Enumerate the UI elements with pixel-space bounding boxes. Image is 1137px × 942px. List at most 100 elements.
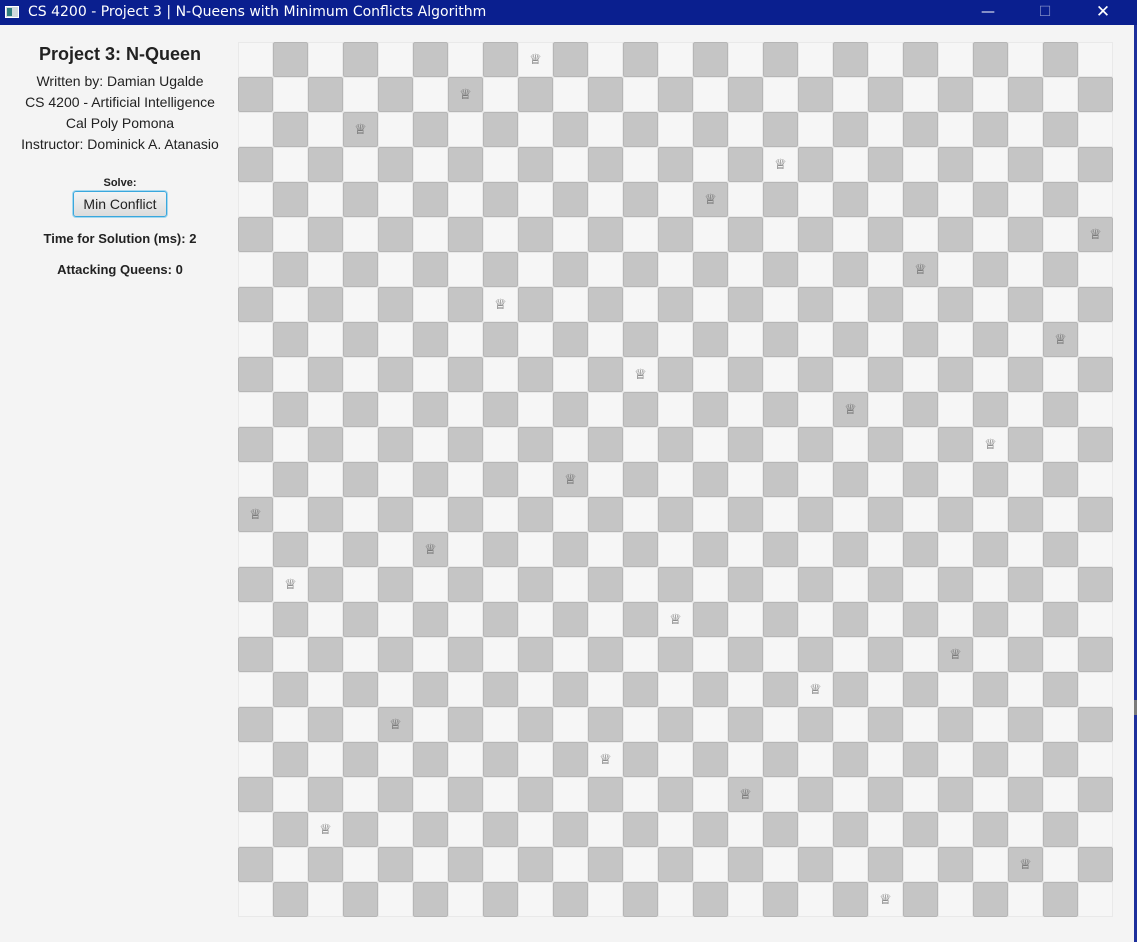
board-square — [973, 217, 1008, 252]
board-square — [833, 707, 868, 742]
board-square — [518, 847, 553, 882]
board-square — [483, 532, 518, 567]
board-square — [763, 847, 798, 882]
board-square — [868, 357, 903, 392]
board-square — [728, 462, 763, 497]
board-square — [238, 182, 273, 217]
board-square: ♕ — [238, 497, 273, 532]
board-square — [308, 637, 343, 672]
board-square — [553, 672, 588, 707]
board-square — [658, 462, 693, 497]
board-square — [413, 637, 448, 672]
board-square: ♕ — [798, 672, 833, 707]
board-square — [868, 252, 903, 287]
board-square — [973, 182, 1008, 217]
min-conflict-button[interactable]: Min Conflict — [73, 191, 167, 217]
board-square — [1078, 742, 1113, 777]
board-square — [378, 77, 413, 112]
board-square — [728, 357, 763, 392]
board-square — [518, 252, 553, 287]
board-square — [833, 182, 868, 217]
maximize-button[interactable]: ☐ — [1022, 0, 1068, 25]
board-square — [623, 427, 658, 462]
board-square — [378, 742, 413, 777]
board-square — [308, 77, 343, 112]
course-label: CS 4200 - Artificial Intelligence — [25, 94, 215, 110]
board-square — [798, 707, 833, 742]
board-square — [483, 147, 518, 182]
board-square — [1008, 427, 1043, 462]
board-square — [623, 217, 658, 252]
board-square — [483, 252, 518, 287]
board-square — [238, 147, 273, 182]
board-square — [448, 707, 483, 742]
board-square — [413, 42, 448, 77]
board-square — [973, 567, 1008, 602]
board-square — [413, 322, 448, 357]
board-square — [343, 392, 378, 427]
board-square — [693, 707, 728, 742]
board-square — [273, 392, 308, 427]
board-square — [273, 462, 308, 497]
board-square — [868, 532, 903, 567]
board-square — [623, 112, 658, 147]
board-square — [623, 77, 658, 112]
board-square — [938, 462, 973, 497]
close-button[interactable]: ✕ — [1080, 0, 1126, 25]
board-square — [483, 42, 518, 77]
board-square — [658, 497, 693, 532]
board-square — [658, 217, 693, 252]
board-square — [343, 252, 378, 287]
board-square — [798, 252, 833, 287]
board-square — [623, 812, 658, 847]
board-square — [938, 497, 973, 532]
board-square — [833, 532, 868, 567]
board-square — [238, 252, 273, 287]
board-square — [1078, 707, 1113, 742]
board-square — [553, 637, 588, 672]
board-square — [623, 497, 658, 532]
board-square — [413, 742, 448, 777]
board-square — [273, 217, 308, 252]
board-square — [798, 532, 833, 567]
board-square — [518, 567, 553, 602]
queen-icon: ♕ — [599, 751, 612, 768]
board-square — [343, 742, 378, 777]
board-square — [343, 147, 378, 182]
board-square — [308, 322, 343, 357]
board-square — [728, 147, 763, 182]
minimize-button[interactable]: — — [965, 0, 1011, 25]
board-square — [553, 812, 588, 847]
board-square — [343, 882, 378, 917]
board-square — [273, 882, 308, 917]
board-square — [903, 182, 938, 217]
board-square — [938, 707, 973, 742]
board-square — [658, 567, 693, 602]
board-square — [938, 742, 973, 777]
board-square — [658, 147, 693, 182]
board-square — [798, 777, 833, 812]
board-square — [693, 637, 728, 672]
board-square — [833, 497, 868, 532]
board-square — [553, 252, 588, 287]
board-square — [903, 357, 938, 392]
board-square — [343, 427, 378, 462]
board-square — [378, 812, 413, 847]
board-square — [693, 532, 728, 567]
board-square — [728, 882, 763, 917]
board-square — [413, 812, 448, 847]
board-square — [553, 147, 588, 182]
board-square: ♕ — [308, 812, 343, 847]
board-square — [553, 217, 588, 252]
board-square — [483, 77, 518, 112]
board-square — [518, 462, 553, 497]
board-square — [763, 112, 798, 147]
board-square — [763, 42, 798, 77]
board-square: ♕ — [483, 287, 518, 322]
queen-icon: ♕ — [809, 681, 822, 698]
board-square — [763, 532, 798, 567]
queen-icon: ♕ — [249, 506, 262, 523]
board-square — [868, 462, 903, 497]
board-square — [308, 742, 343, 777]
board-square — [378, 427, 413, 462]
